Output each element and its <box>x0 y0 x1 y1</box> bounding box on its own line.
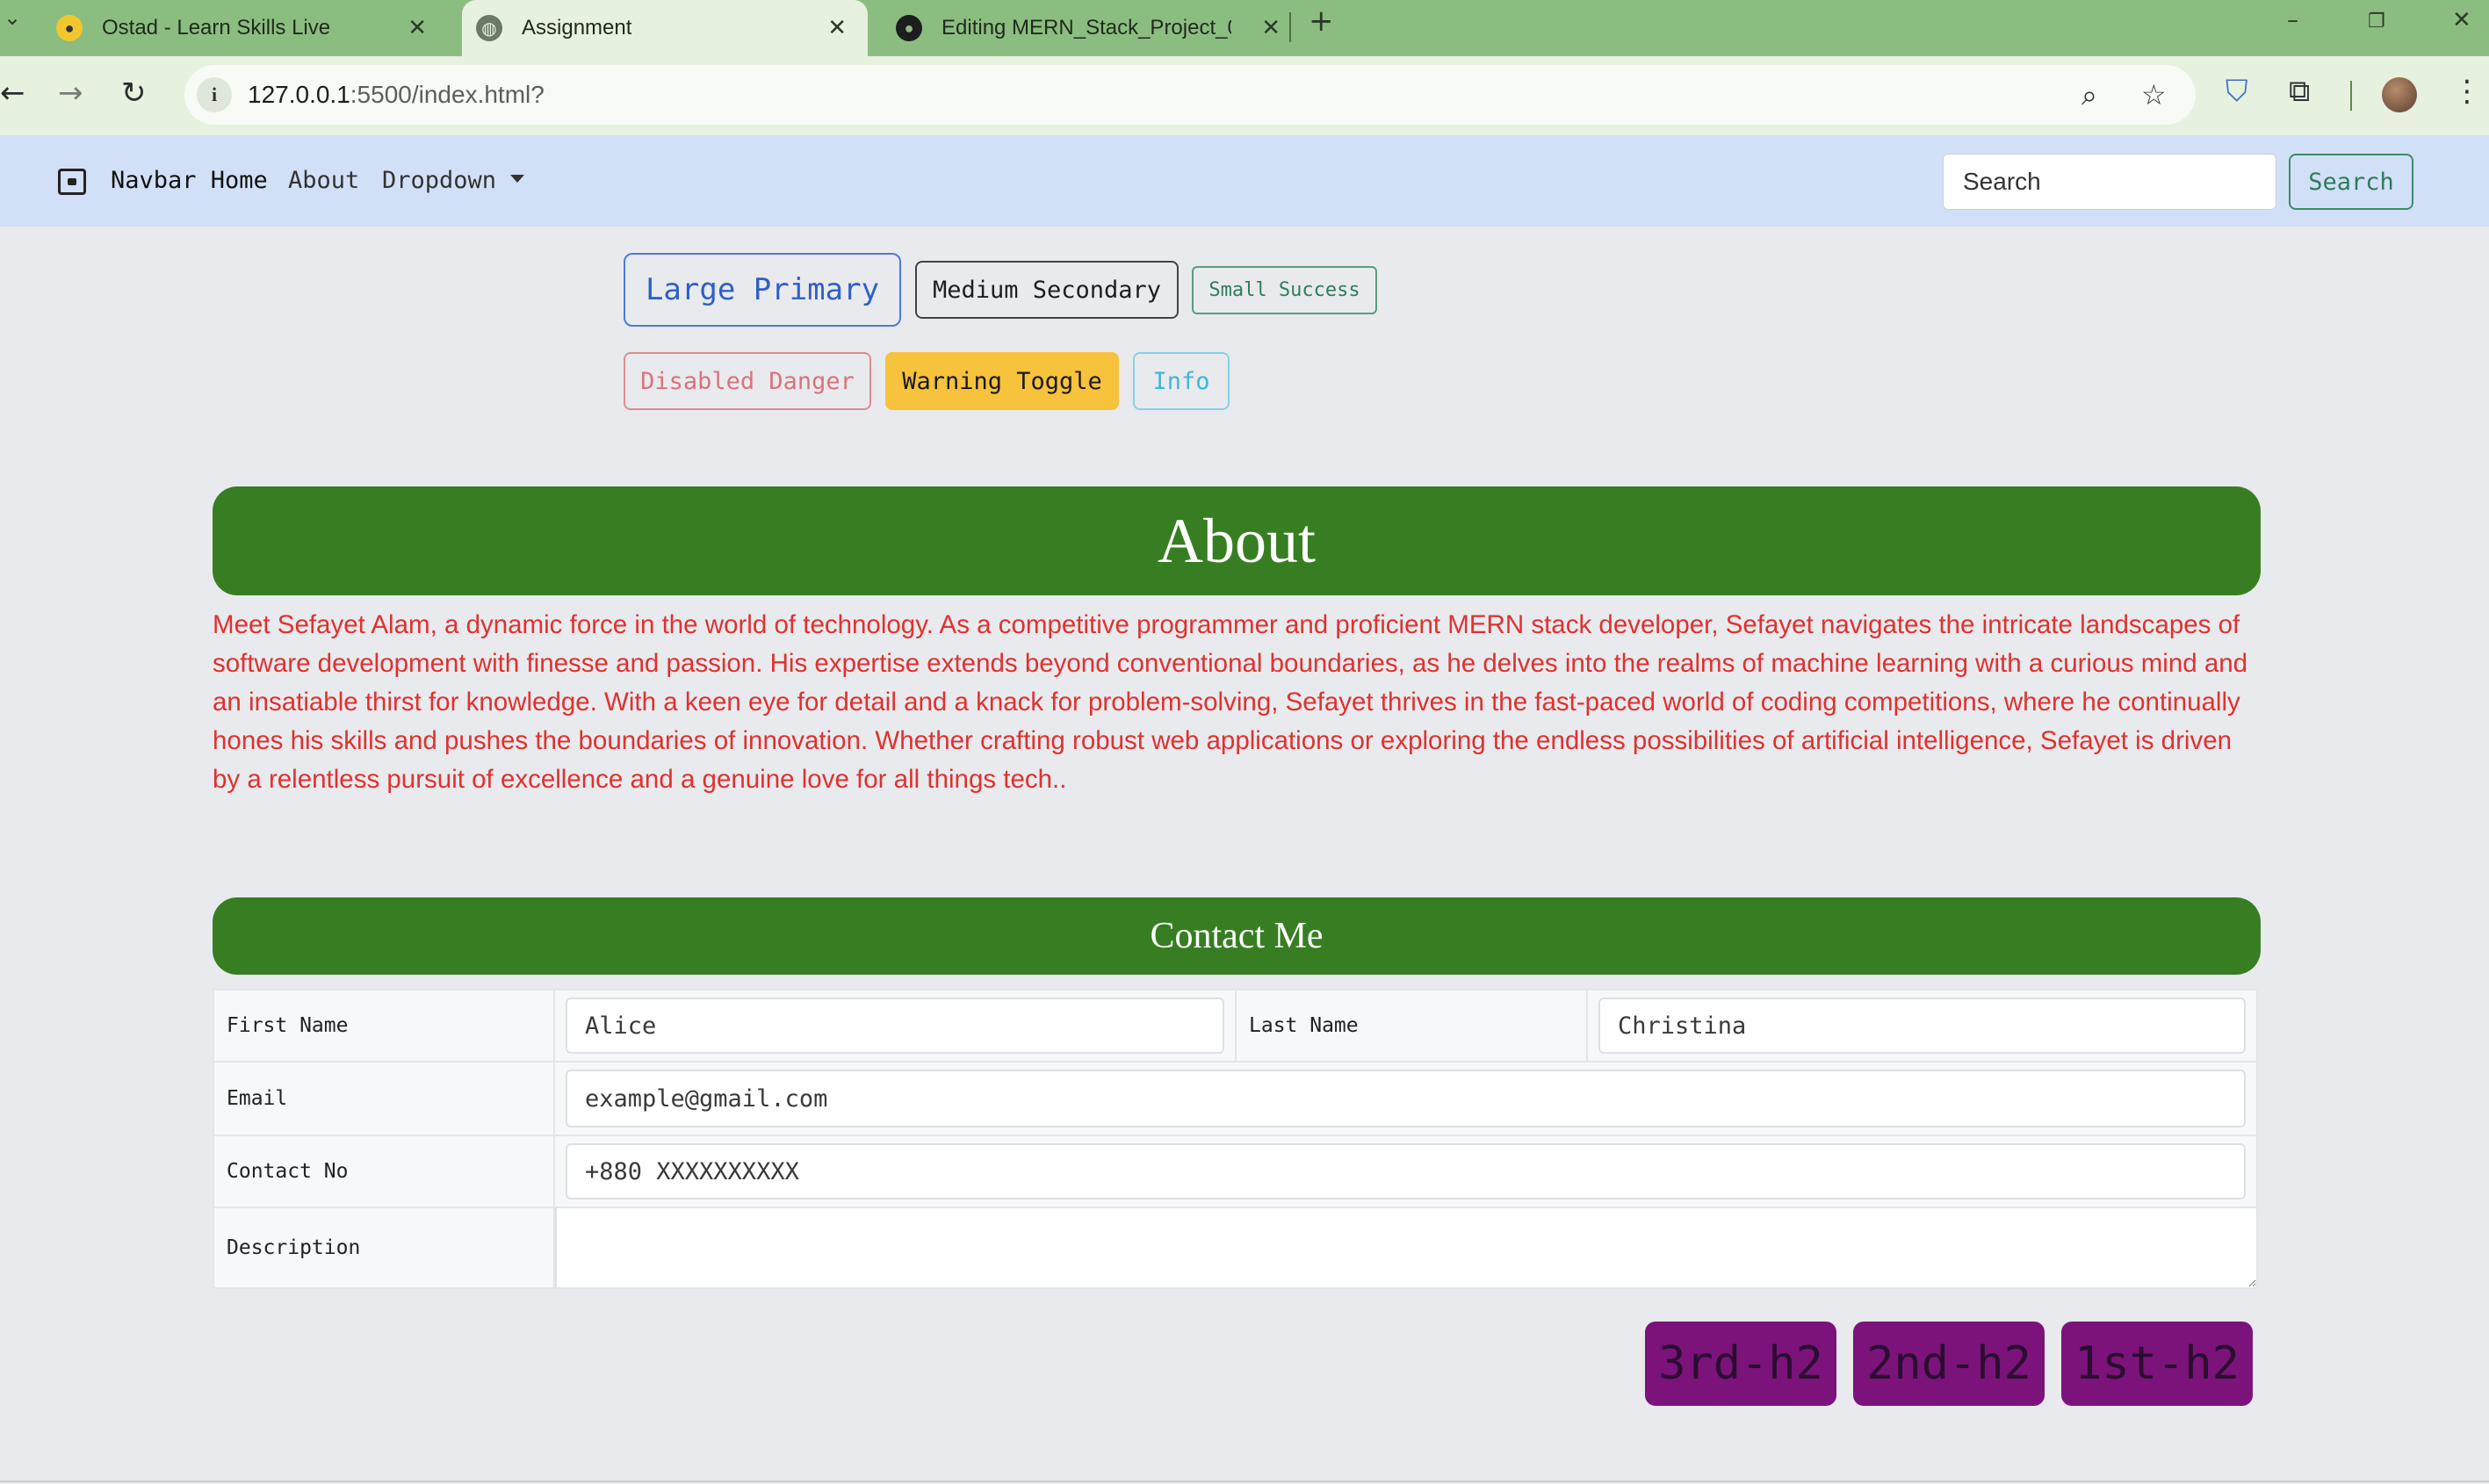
first-name-label: First Name <box>214 991 555 1063</box>
first-name-cell <box>555 991 1237 1063</box>
menu-kebab-icon[interactable]: ⋮ <box>2452 74 2482 109</box>
toolbar-separator <box>2350 81 2352 111</box>
description-cell <box>555 1208 2256 1287</box>
contact-heading: Contact Me <box>213 897 2261 975</box>
new-tab-icon[interactable]: + <box>1309 4 1334 39</box>
tab-title: Assignment <box>522 16 632 40</box>
shield-extension-icon[interactable]: ⛉ <box>2226 74 2248 109</box>
reload-icon[interactable]: ↻ <box>121 76 147 111</box>
address-bar[interactable]: i 127.0.0.1:5500/index.html? ⌕ ☆ <box>184 65 2196 125</box>
large-primary-button[interactable]: Large Primary <box>624 253 901 327</box>
nav-dropdown[interactable]: Dropdown <box>382 167 525 194</box>
first-name-field[interactable] <box>566 998 1224 1054</box>
close-tab-icon[interactable]: ✕ <box>408 16 427 39</box>
h2-button-1st[interactable]: 1st-h2 <box>2061 1322 2253 1406</box>
tab-assignment[interactable]: ◍ Assignment ✕ <box>462 0 868 56</box>
email-cell <box>555 1063 2256 1136</box>
contact-no-field[interactable] <box>566 1143 2246 1199</box>
tab-ostad[interactable]: ● Ostad - Learn Skills Live ✕ <box>35 0 448 56</box>
nav-link-about[interactable]: About <box>288 167 359 194</box>
back-icon[interactable]: ← <box>0 76 25 111</box>
tab-title: Ostad - Learn Skills Live <box>102 16 331 40</box>
last-name-cell <box>1588 991 2256 1063</box>
browser-toolbar: ← → ↻ i 127.0.0.1:5500/index.html? ⌕ ☆ ⛉… <box>0 56 2489 135</box>
tab-github[interactable]: ● Editing MERN_Stack_Project_01 ✕ <box>885 0 1281 56</box>
profile-avatar[interactable] <box>2382 77 2417 112</box>
navbar-brand[interactable]: Navbar Home <box>111 167 268 194</box>
warning-toggle-button[interactable]: Warning Toggle <box>885 352 1119 410</box>
disabled-danger-button: Disabled Danger <box>624 352 871 410</box>
url-path: :5500/index.html? <box>350 81 545 108</box>
about-heading: About <box>213 486 2261 595</box>
page-bottom-border <box>0 1480 2489 1482</box>
forward-icon[interactable]: → <box>58 76 83 111</box>
shopping-bag-icon <box>58 169 86 195</box>
page-navbar: Navbar Home About Dropdown Search <box>0 135 2489 227</box>
about-paragraph: Meet Sefayet Alam, a dynamic force in th… <box>213 610 2248 794</box>
extensions-puzzle-icon[interactable]: ⧉ <box>2289 74 2310 109</box>
description-field[interactable] <box>555 1208 2256 1287</box>
site-info-icon[interactable]: i <box>197 77 232 112</box>
contact-no-cell <box>555 1136 2256 1208</box>
email-field[interactable] <box>566 1070 2246 1127</box>
url-host: 127.0.0.1 <box>248 81 350 108</box>
contact-form: First Name Last Name Email Contact No De… <box>213 989 2258 1289</box>
restore-icon[interactable]: ❐ <box>2368 11 2385 32</box>
last-name-field[interactable] <box>1598 998 2246 1054</box>
close-tab-icon[interactable]: ✕ <box>827 16 847 39</box>
url-text: 127.0.0.1:5500/index.html? <box>248 81 545 109</box>
contact-no-label: Contact No <box>214 1136 555 1208</box>
description-label: Description <box>214 1208 555 1287</box>
caret-down-icon <box>510 175 525 183</box>
email-label: Email <box>214 1063 555 1136</box>
h2-button-2nd[interactable]: 2nd-h2 <box>1853 1322 2045 1406</box>
info-button[interactable]: Info <box>1133 352 1230 410</box>
last-name-label: Last Name <box>1237 991 1588 1063</box>
github-icon: ● <box>896 15 922 41</box>
bookmark-star-icon[interactable]: ☆ <box>2141 79 2167 111</box>
navbar-search-input[interactable] <box>1943 154 2276 210</box>
tab-title: Editing MERN_Stack_Project_01 <box>941 16 1231 40</box>
navbar-search-button[interactable]: Search <box>2289 154 2413 210</box>
nav-dropdown-label: Dropdown <box>382 167 497 194</box>
medium-secondary-button[interactable]: Medium Secondary <box>915 261 1179 319</box>
close-window-icon[interactable]: ✕ <box>2452 7 2471 33</box>
h2-button-3rd[interactable]: 3rd-h2 <box>1645 1322 1836 1406</box>
zoom-icon[interactable]: ⌕ <box>2081 79 2097 111</box>
small-success-button[interactable]: Small Success <box>1192 266 1377 314</box>
tab-separator <box>1289 12 1291 42</box>
close-tab-icon[interactable]: ✕ <box>1261 16 1281 39</box>
ostad-logo-icon: ● <box>56 15 83 41</box>
browser-tab-strip: ⌄ ● Ostad - Learn Skills Live ✕ ◍ Assign… <box>0 0 2489 56</box>
tab-search-chevron-icon[interactable]: ⌄ <box>4 5 21 30</box>
globe-icon: ◍ <box>476 15 502 41</box>
minimize-icon[interactable]: – <box>2287 7 2298 33</box>
